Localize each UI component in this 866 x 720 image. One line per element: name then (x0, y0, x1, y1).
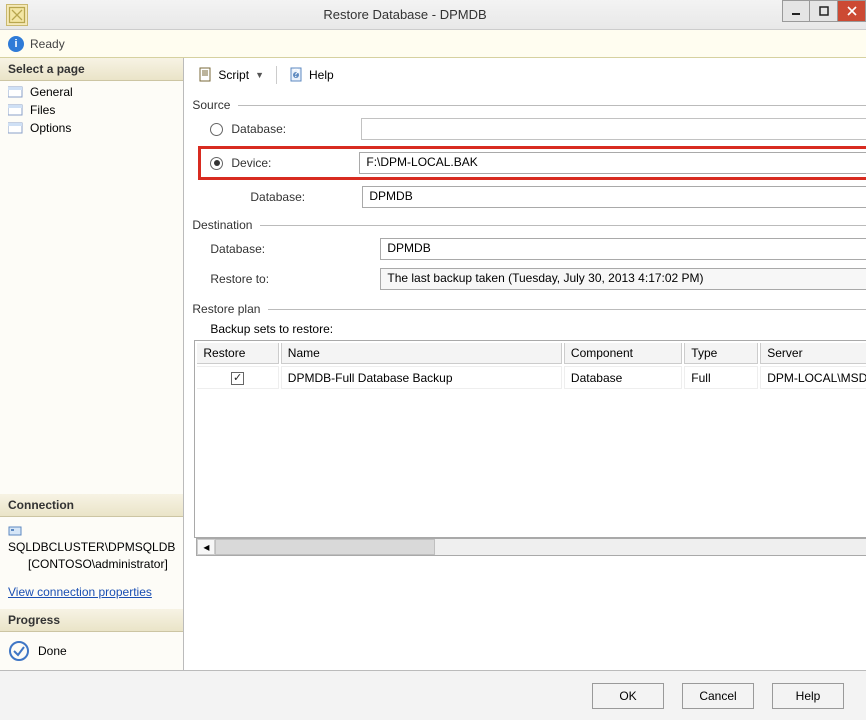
maximize-button[interactable] (810, 0, 838, 22)
help-icon: ? (289, 67, 305, 83)
check-circle-icon (8, 640, 30, 662)
backup-sets-label: Backup sets to restore: (210, 322, 866, 336)
source-group: Source Database: Device: F:\DPM-LOCAL.BA… (192, 98, 866, 208)
help-footer-button[interactable]: Help (772, 683, 844, 709)
connection-header: Connection (0, 494, 183, 517)
backup-sets-table-wrap: Restore Name Component Type Server Datab… (194, 340, 866, 538)
page-icon (8, 85, 24, 99)
connection-block: SQLDBCLUSTER\DPMSQLDB [CONTOSO\administr… (0, 517, 183, 579)
connection-server: SQLDBCLUSTER\DPMSQLDB (8, 540, 175, 554)
page-label: General (30, 85, 73, 99)
page-list: General Files Options (0, 81, 183, 139)
page-icon (8, 103, 24, 117)
toolbar-separator (276, 66, 277, 84)
scroll-track[interactable] (215, 539, 866, 555)
restore-to-label: Restore to: (210, 272, 380, 286)
horizontal-scrollbar[interactable]: ◂ ▸ (196, 538, 866, 556)
connection-user: [CONTOSO\administrator] (28, 557, 168, 571)
page-label: Files (30, 103, 55, 117)
window-controls (782, 0, 866, 29)
toolbar: Script ▼ ? Help (192, 62, 866, 88)
dialog-footer: OK Cancel Help (0, 670, 866, 720)
cell-server: DPM-LOCAL\MSDPM2012 (760, 366, 866, 389)
help-button[interactable]: ? Help (283, 65, 340, 85)
device-path-input[interactable]: F:\DPM-LOCAL.BAK (359, 152, 866, 174)
page-general[interactable]: General (0, 83, 183, 101)
source-group-label: Source (192, 98, 238, 112)
view-connection-properties-link[interactable]: View connection properties (0, 579, 183, 609)
page-icon (8, 121, 24, 135)
left-pane: Select a page General Files Options Conn… (0, 58, 184, 670)
close-button[interactable] (838, 0, 866, 22)
page-files[interactable]: Files (0, 101, 183, 119)
script-icon (198, 67, 214, 83)
table-header-row: Restore Name Component Type Server Datab… (197, 343, 866, 364)
source-device-radio[interactable] (210, 157, 223, 170)
device-highlight-box: Device: F:\DPM-LOCAL.BAK ... (198, 146, 866, 180)
script-label: Script (218, 68, 249, 82)
source-db-label: Database: (250, 190, 362, 204)
app-icon (6, 4, 28, 26)
restore-plan-group-label: Restore plan (192, 302, 268, 316)
chevron-down-icon: ▼ (253, 70, 264, 80)
cell-type: Full (684, 366, 758, 389)
svg-text:?: ? (293, 67, 300, 80)
server-icon (8, 524, 24, 538)
progress-header: Progress (0, 609, 183, 632)
source-device-radio-label: Device: (231, 156, 359, 170)
scroll-left-arrow[interactable]: ◂ (197, 539, 215, 555)
progress-text: Done (38, 644, 67, 658)
table-row[interactable]: DPMDB-Full Database Backup Database Full… (197, 366, 866, 389)
col-component[interactable]: Component (564, 343, 682, 364)
col-server[interactable]: Server (760, 343, 866, 364)
select-page-header: Select a page (0, 58, 183, 81)
progress-block: Done (0, 632, 183, 670)
destination-group-label: Destination (192, 218, 260, 232)
scroll-thumb[interactable] (215, 539, 435, 555)
destination-group: Destination Database: DPMDB Restore to: … (192, 218, 866, 292)
col-restore[interactable]: Restore (197, 343, 278, 364)
status-text: Ready (30, 37, 65, 51)
help-label: Help (309, 68, 334, 82)
backup-sets-table: Restore Name Component Type Server Datab… (195, 341, 866, 391)
source-db-combo[interactable]: DPMDB (362, 186, 866, 208)
col-name[interactable]: Name (281, 343, 562, 364)
restore-plan-group: Restore plan Backup sets to restore: Res… (192, 302, 866, 594)
script-button[interactable]: Script ▼ (192, 65, 270, 85)
ok-button[interactable]: OK (592, 683, 664, 709)
cell-component: Database (564, 366, 682, 389)
dest-database-combo[interactable]: DPMDB (380, 238, 866, 260)
cancel-button[interactable]: Cancel (682, 683, 754, 709)
right-pane: Script ▼ ? Help Source Database: Devic (184, 58, 866, 670)
source-database-combo[interactable] (361, 118, 866, 140)
cell-name: DPMDB-Full Database Backup (281, 366, 562, 389)
restore-to-value: The last backup taken (Tuesday, July 30,… (380, 268, 866, 290)
source-database-radio[interactable] (210, 123, 223, 136)
page-label: Options (30, 121, 71, 135)
titlebar: Restore Database - DPMDB (0, 0, 866, 30)
source-database-radio-label: Database: (231, 122, 361, 136)
dest-database-label: Database: (210, 242, 380, 256)
col-type[interactable]: Type (684, 343, 758, 364)
info-icon: i (8, 36, 24, 52)
restore-checkbox[interactable] (231, 372, 244, 385)
status-bar: i Ready (0, 30, 866, 58)
page-options[interactable]: Options (0, 119, 183, 137)
window-title: Restore Database - DPMDB (28, 7, 782, 22)
minimize-button[interactable] (782, 0, 810, 22)
